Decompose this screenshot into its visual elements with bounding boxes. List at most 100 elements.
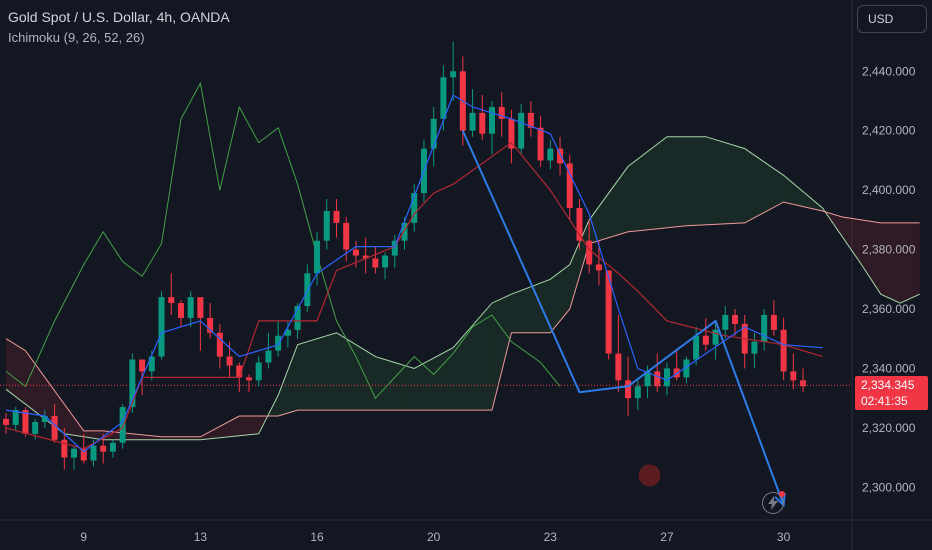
candle-body (32, 421, 39, 434)
ichimoku-cloud-segment (764, 161, 769, 213)
ichimoku-cloud-segment (521, 288, 526, 333)
candle-body (625, 380, 632, 399)
ichimoku-cloud-segment (564, 264, 570, 315)
ichimoku-cloud-segment (239, 416, 245, 436)
candle-body (352, 249, 359, 256)
candle-body (586, 240, 593, 265)
y-tick-label: 2,380.000 (862, 243, 916, 257)
x-tick-label: 13 (194, 530, 208, 544)
ichimoku-cloud-segment (317, 337, 322, 411)
candle-body (275, 335, 282, 351)
candle-body (537, 127, 544, 161)
ichimoku-cloud-segment (10, 341, 16, 397)
chart-title: Gold Spot / U.S. Dollar, 4h, OANDA (8, 9, 230, 25)
ichimoku-cloud-segment (326, 334, 332, 411)
ichimoku-cloud-segment (419, 363, 424, 411)
ichimoku-cloud-segment (496, 298, 502, 391)
ichimoku-cloud-segment (720, 141, 726, 225)
ichimoku-cloud-segment (516, 290, 522, 333)
currency-button[interactable]: USD (857, 5, 927, 33)
candle-body (100, 445, 107, 452)
ichimoku-cloud-segment (253, 416, 259, 435)
y-tick-label: 2,300.000 (862, 480, 916, 494)
candle-body (3, 418, 9, 425)
candle-body (780, 329, 787, 372)
ichimoku-cloud-segment (783, 175, 789, 204)
ichimoku-cloud-segment (603, 193, 609, 240)
candle-body (518, 112, 525, 149)
ichimoku-cloud-segment (467, 325, 473, 411)
ichimoku-cloud-segment (730, 144, 735, 224)
y-tick-label: 2,340.000 (862, 361, 916, 375)
ichimoku-cloud-segment (613, 179, 619, 237)
ichimoku-cloud-segment (725, 142, 731, 224)
ichimoku-cloud-segment (710, 138, 716, 225)
ichimoku-cloud-segment (632, 159, 638, 232)
candle-body (761, 314, 768, 342)
candle-body (634, 386, 641, 399)
ichimoku-cloud-segment (438, 352, 444, 411)
ichimoku-cloud-segment (642, 151, 648, 231)
bar-countdown-label: 02:41:35 (861, 394, 908, 408)
x-tick-label: 20 (427, 530, 441, 544)
x-tick-label: 16 (310, 530, 324, 544)
ichimoku-cloud-segment (895, 222, 901, 304)
ichimoku-cloud-segment (686, 136, 692, 226)
candle-body (693, 335, 700, 360)
ichimoku-cloud-segment (696, 136, 701, 226)
ichimoku-cloud-segment (754, 155, 760, 218)
candle-body (323, 210, 330, 241)
ichimoku-cloud-segment (744, 148, 750, 223)
indicator-legend[interactable]: Ichimoku (9, 26, 52, 26) (8, 30, 145, 45)
candle-body (51, 416, 58, 440)
ichimoku-cloud-segment (360, 347, 366, 411)
ichimoku-cloud-segment (910, 222, 915, 299)
x-tick-label: 9 (80, 530, 87, 544)
ichimoku-cloud-segment (749, 151, 755, 221)
candle-body (41, 416, 48, 422)
candle-body (333, 210, 340, 223)
ichimoku-cloud-segment (608, 186, 614, 238)
ichimoku-cloud-segment (637, 155, 643, 231)
candle-body (712, 329, 719, 345)
candle-body (489, 106, 495, 134)
candle-body (382, 255, 389, 268)
candle-body (255, 362, 262, 381)
ichimoku-cloud-segment (375, 356, 381, 411)
ichimoku-cloud-segment (341, 335, 347, 411)
ichimoku-cloud-segment (652, 144, 658, 230)
ichimoku-cloud-segment (35, 364, 40, 416)
ichimoku-cloud-segment (769, 165, 774, 210)
ichimoku-cloud-segment (914, 222, 920, 297)
ichimoku-cloud-segment (846, 217, 852, 251)
x-tick-label: 23 (544, 530, 558, 544)
ichimoku-cloud-segment (890, 222, 896, 301)
candle-body (595, 264, 602, 271)
ichimoku-cloud-segment (414, 365, 420, 411)
ichimoku-cloud-segment (482, 308, 488, 411)
candle-body (547, 148, 554, 161)
x-tick-label: 30 (777, 530, 791, 544)
price-chart[interactable]: 2,440.000 2,420.000 2,400.000 2,380.000 2,36… (0, 0, 932, 550)
ichimoku-cloud-segment (691, 136, 697, 226)
candle-body (800, 380, 807, 387)
ichimoku-cloud-segment (875, 222, 881, 295)
candle-body (90, 445, 97, 461)
candle-body (168, 297, 175, 304)
candle-body (732, 314, 738, 324)
x-tick-label: 27 (660, 530, 674, 544)
ichimoku-cloud-segment (705, 136, 711, 225)
ichimoku-cloud-segment (773, 168, 779, 208)
ichimoku-cloud-segment (560, 268, 565, 321)
y-tick-label: 2,360.000 (862, 302, 916, 316)
ichimoku-cloud-segment (244, 416, 249, 436)
candle-body (751, 341, 758, 354)
ichimoku-cloud-segment (511, 292, 517, 333)
ichimoku-cloud-segment (667, 136, 672, 228)
ichimoku-cloud-segment (64, 404, 70, 435)
candle-body (615, 353, 622, 381)
ichimoku-cloud-segment (472, 319, 478, 411)
lightning-icon[interactable] (762, 491, 785, 514)
ichimoku-cloud-segment (657, 140, 663, 229)
ichimoku-cloud-segment (535, 283, 541, 333)
